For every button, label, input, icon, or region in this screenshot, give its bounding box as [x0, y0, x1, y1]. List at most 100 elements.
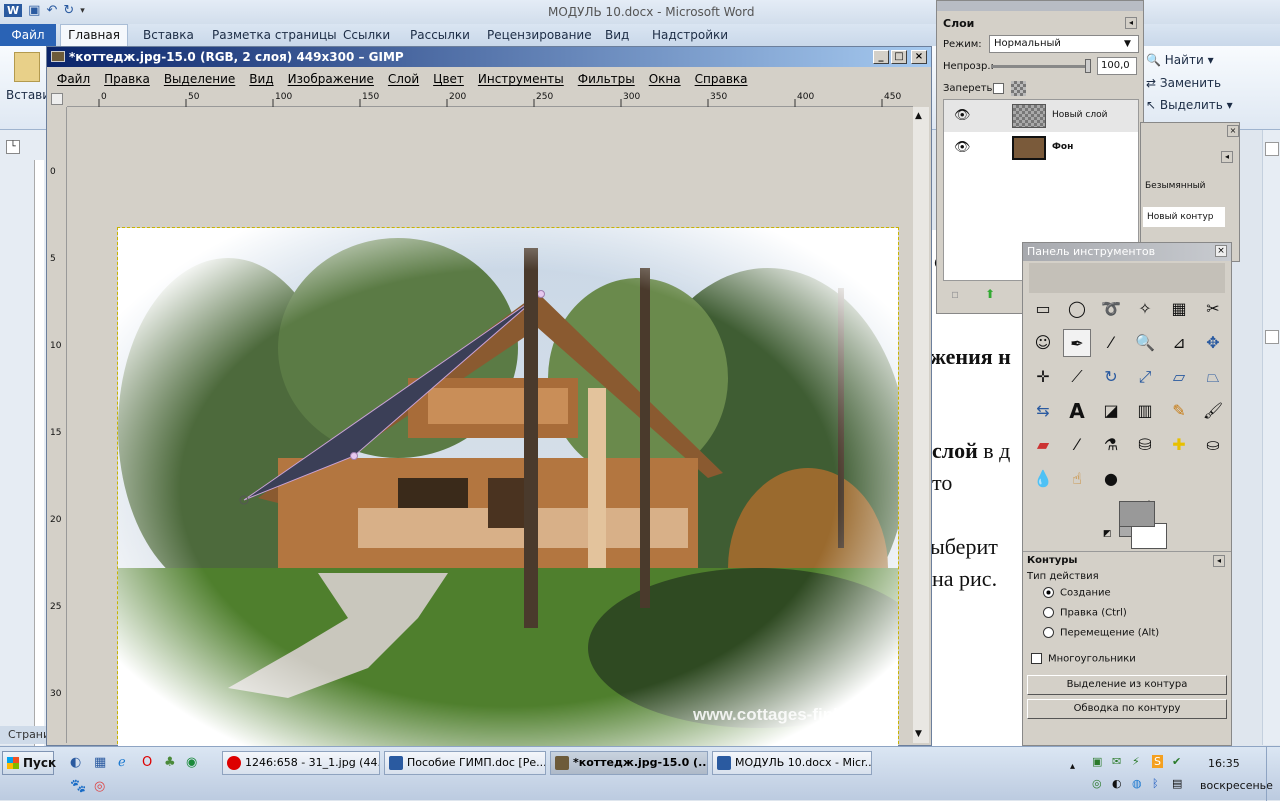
foreground-select-icon[interactable]: ☺: [1029, 329, 1057, 357]
menu-edit[interactable]: Правка: [104, 72, 150, 86]
tab-selector[interactable]: └: [6, 140, 20, 154]
select-button[interactable]: ↖ Выделить ▾: [1146, 98, 1233, 112]
paths-tool-icon[interactable]: ✒: [1063, 329, 1091, 357]
foreground-swatch[interactable]: [1119, 501, 1155, 527]
tray-expand-icon[interactable]: ▴: [1070, 761, 1075, 772]
flip-icon[interactable]: ⇆: [1029, 397, 1057, 425]
stroke-path-button[interactable]: Обводка по контуру: [1027, 699, 1227, 719]
mode-option-move[interactable]: Перемещение (Alt): [1043, 627, 1159, 639]
blur-icon[interactable]: 💧: [1029, 465, 1057, 493]
clone-icon[interactable]: ⛁: [1131, 431, 1159, 459]
tab-addins[interactable]: Надстройки: [652, 28, 728, 42]
customize-qat-icon[interactable]: ▾: [80, 6, 85, 16]
eye-icon[interactable]: 👁: [954, 108, 971, 123]
tray-icon[interactable]: ◎: [1092, 777, 1102, 790]
tab-home[interactable]: Главная: [60, 24, 128, 46]
tray-icon[interactable]: ✔: [1172, 755, 1181, 768]
clock-time[interactable]: 16:35: [1208, 757, 1240, 770]
blend-icon[interactable]: ▥: [1131, 397, 1159, 425]
tab-view[interactable]: Вид: [605, 28, 629, 42]
tool-options-menu-icon[interactable]: ◂: [1213, 555, 1225, 567]
network-icon[interactable]: ▤: [1172, 777, 1182, 790]
menu-select[interactable]: Выделение: [164, 72, 235, 86]
heal-icon[interactable]: ✚: [1165, 431, 1193, 459]
tray-icon[interactable]: S: [1152, 755, 1163, 768]
default-colors-icon[interactable]: ◩: [1103, 529, 1112, 539]
redo-icon[interactable]: ↻: [63, 3, 74, 18]
menu-windows[interactable]: Окна: [649, 72, 681, 86]
paths-menu-icon[interactable]: ◂: [1221, 151, 1233, 163]
color-select-icon[interactable]: ▦: [1165, 295, 1193, 323]
raise-layer-icon[interactable]: ⬆: [985, 287, 995, 301]
mode-select[interactable]: Нормальный ▼: [989, 35, 1139, 53]
paste-icon[interactable]: [14, 52, 40, 82]
windows-switcher-icon[interactable]: ▦: [94, 755, 106, 770]
layer-row[interactable]: 👁 Фон: [944, 132, 1138, 164]
lock-alpha-icon[interactable]: [1011, 81, 1026, 96]
opacity-field[interactable]: 100,0: [1097, 57, 1137, 75]
task-button-active[interactable]: *коттедж.jpg-15.0 (...: [550, 751, 708, 775]
canvas-area[interactable]: www.cottages-finland.ru: [67, 107, 928, 749]
bucket-fill-icon[interactable]: ◪: [1097, 397, 1125, 425]
shear-icon[interactable]: ▱: [1165, 363, 1193, 391]
text-tool-icon[interactable]: A: [1063, 397, 1091, 425]
tab-insert[interactable]: Вставка: [143, 28, 194, 42]
opera-icon[interactable]: O: [142, 755, 152, 770]
ie-icon[interactable]: ℯ: [118, 755, 126, 770]
ellipse-select-icon[interactable]: ◯: [1063, 295, 1091, 323]
menu-view[interactable]: Вид: [249, 72, 273, 86]
desktop-icon[interactable]: ◐: [70, 755, 81, 770]
fuzzy-select-icon[interactable]: ✧: [1131, 295, 1159, 323]
dock-menu-icon[interactable]: ◂: [1125, 17, 1137, 29]
move-icon[interactable]: ✥: [1199, 329, 1227, 357]
dodge-burn-icon[interactable]: ●: [1097, 465, 1125, 493]
rotate-icon[interactable]: ↻: [1097, 363, 1125, 391]
tray-icon[interactable]: ⚡: [1132, 755, 1140, 768]
task-button[interactable]: 1246:658 - 31_1.jpg (44...: [222, 751, 380, 775]
undo-icon[interactable]: ↶: [46, 3, 57, 18]
new-layer-icon[interactable]: ▫: [951, 287, 959, 301]
media-icon[interactable]: ◉: [186, 755, 197, 770]
tab-references[interactable]: Ссылки: [343, 28, 390, 42]
path-item[interactable]: Безымянный: [1145, 181, 1206, 191]
tab-mailings[interactable]: Рассылки: [410, 28, 470, 42]
task-button[interactable]: МОДУЛЬ 10.docx - Micr...: [712, 751, 872, 775]
quick-mask-corner-icon[interactable]: [51, 93, 63, 105]
menu-help[interactable]: Справка: [695, 72, 748, 86]
eye-icon[interactable]: 👁: [954, 140, 971, 155]
bluetooth-icon[interactable]: ᛒ: [1152, 777, 1159, 790]
close-button[interactable]: ×: [911, 50, 927, 64]
menu-layer[interactable]: Слой: [388, 72, 419, 86]
paste-label[interactable]: Встави: [6, 88, 50, 102]
show-desktop-button[interactable]: [1266, 747, 1280, 801]
paintbrush-icon[interactable]: 🖌: [1199, 397, 1227, 425]
airbrush-icon[interactable]: ⁄: [1063, 431, 1091, 459]
menu-file[interactable]: Файл: [57, 72, 90, 86]
scroll-thumb[interactable]: [1265, 330, 1279, 344]
eraser-icon[interactable]: ▰: [1029, 431, 1057, 459]
find-button[interactable]: 🔍 Найти ▾: [1146, 53, 1214, 67]
path-item[interactable]: Новый контур: [1143, 207, 1225, 227]
tray-icon[interactable]: ◍: [1132, 777, 1142, 790]
opacity-slider-handle[interactable]: [1085, 59, 1091, 73]
rect-select-icon[interactable]: ▭: [1029, 295, 1057, 323]
menu-colors[interactable]: Цвет: [433, 72, 464, 86]
selection-from-path-button[interactable]: Выделение из контура: [1027, 675, 1227, 695]
replace-button[interactable]: ⇄ Заменить: [1146, 76, 1221, 90]
tab-page-layout[interactable]: Разметка страницы: [212, 28, 337, 42]
save-icon[interactable]: ▣: [28, 3, 40, 18]
scissors-icon[interactable]: ✂: [1199, 295, 1227, 323]
image-canvas[interactable]: www.cottages-finland.ru: [117, 227, 928, 749]
ruler-toggle-icon[interactable]: [1265, 142, 1279, 156]
smudge-icon[interactable]: ☝: [1063, 465, 1091, 493]
minimize-button[interactable]: _: [873, 50, 889, 64]
mode-option-create[interactable]: Создание: [1043, 587, 1111, 599]
crop-icon[interactable]: ⟋: [1063, 363, 1091, 391]
menu-tools[interactable]: Инструменты: [478, 72, 564, 86]
ink-icon[interactable]: ⚗: [1097, 431, 1125, 459]
tray-icon[interactable]: ✉: [1112, 755, 1121, 768]
tray-icon[interactable]: ◐: [1112, 777, 1122, 790]
perspective-clone-icon[interactable]: ⛀: [1199, 431, 1227, 459]
canvas-vertical-scrollbar[interactable]: ▲ ▼: [913, 107, 929, 743]
opacity-slider[interactable]: [991, 65, 1091, 68]
